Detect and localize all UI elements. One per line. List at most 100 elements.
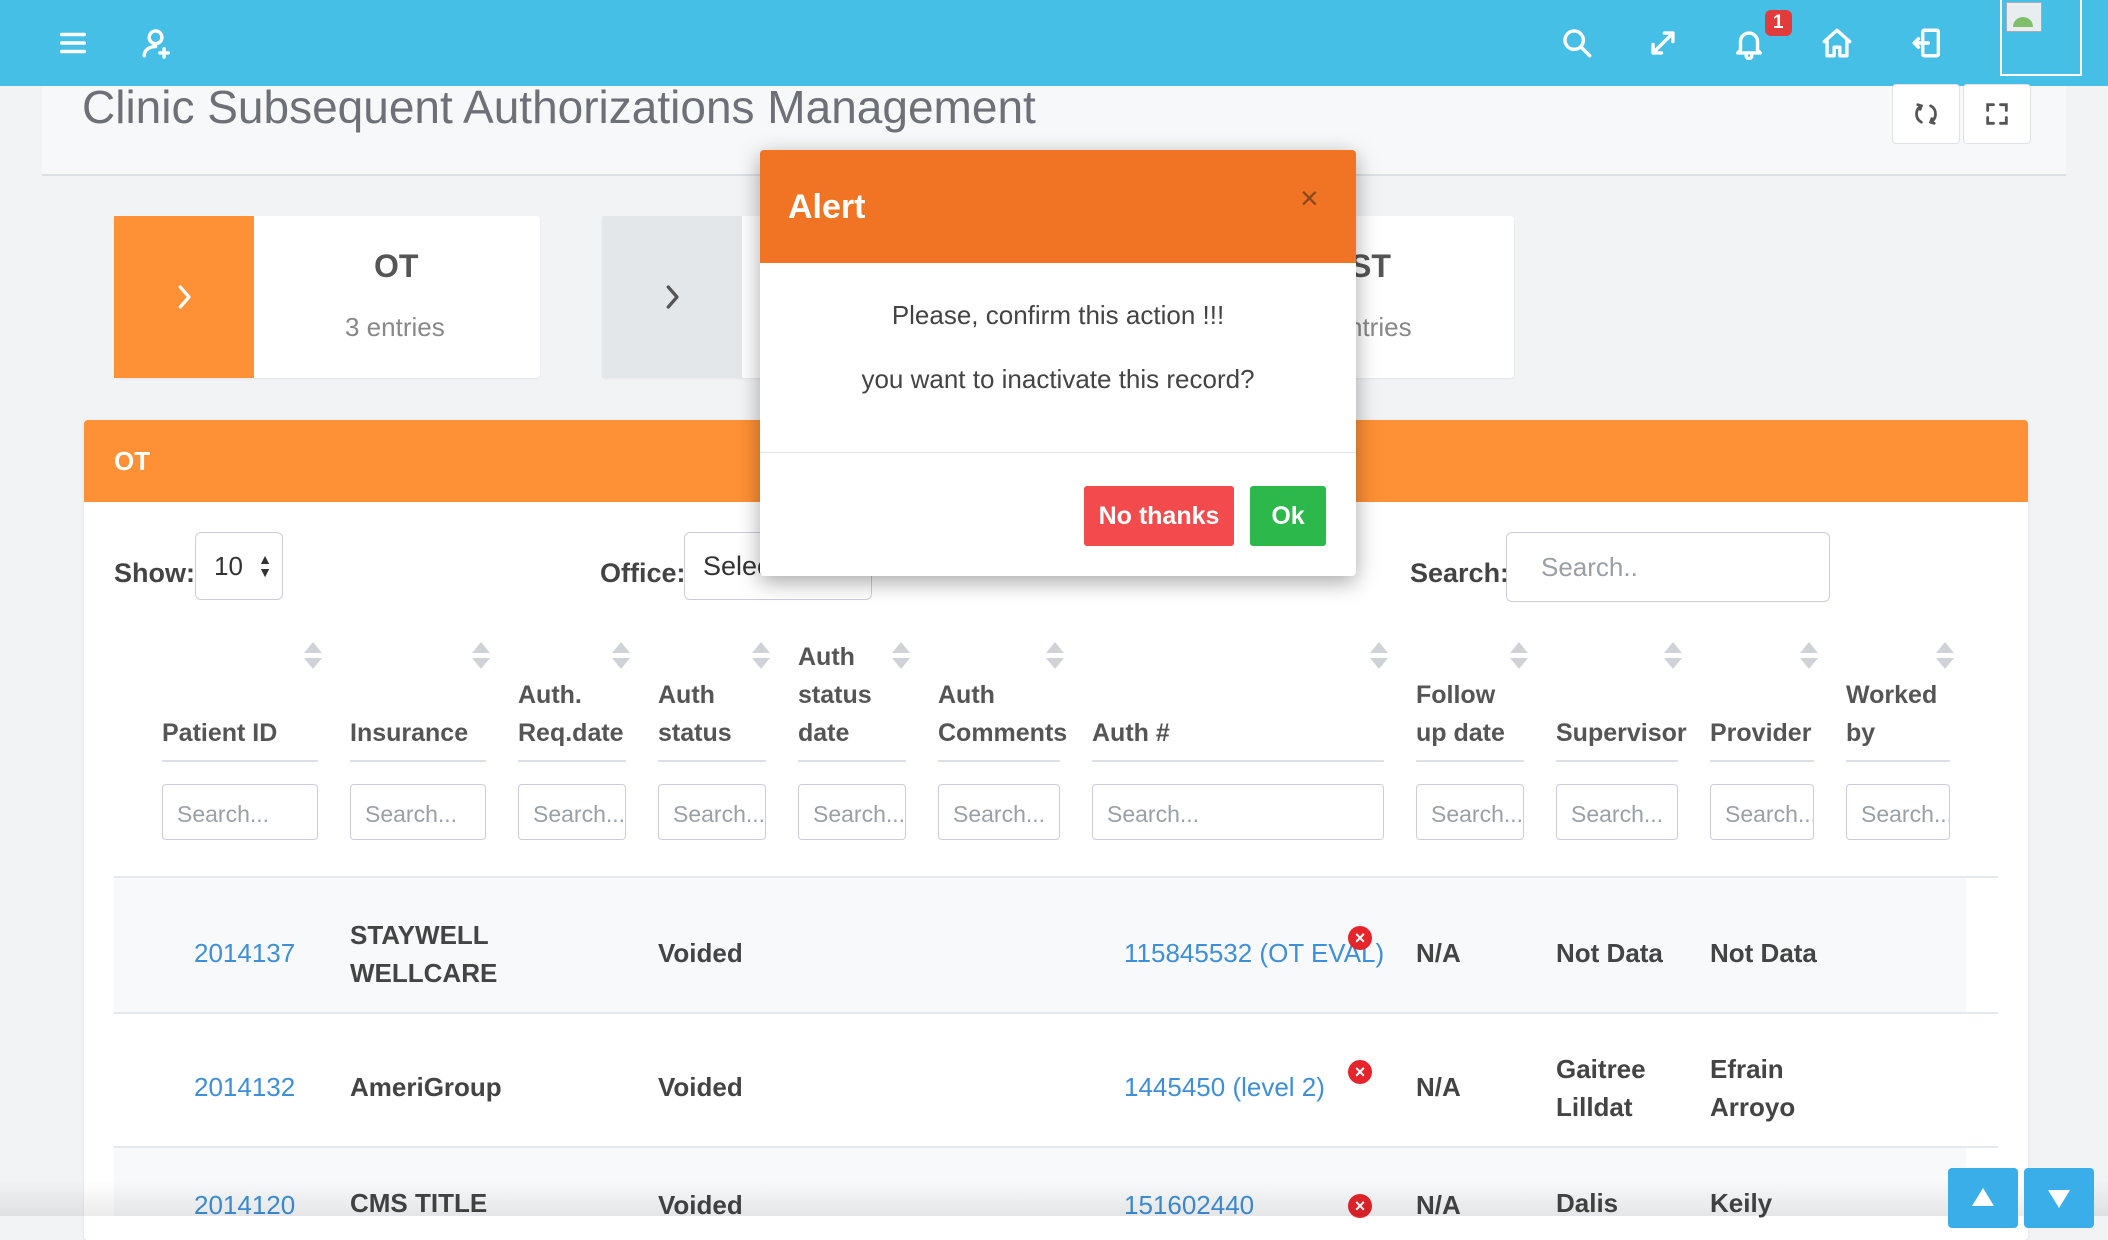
chevron-right-icon: [178, 285, 191, 309]
col-header-patient-id[interactable]: Patient ID: [162, 714, 277, 752]
col-search-follow-up-date[interactable]: [1416, 784, 1524, 840]
remove-icon[interactable]: ×: [1348, 1060, 1372, 1084]
col-search-input[interactable]: [1859, 800, 1949, 829]
sort-icon[interactable]: [1936, 642, 1954, 674]
no-thanks-button[interactable]: No thanks: [1084, 486, 1234, 546]
sort-icon[interactable]: [472, 642, 490, 674]
patient-id-link[interactable]: 2014132: [194, 1068, 295, 1106]
col-search-input[interactable]: [531, 800, 625, 829]
page-title: Clinic Subsequent Authorizations Managem…: [82, 81, 1036, 133]
insurance-cell: STAYWELL WELLCARE: [350, 920, 498, 988]
menu-icon[interactable]: [48, 18, 98, 68]
bell-icon-graphic: [1735, 31, 1763, 60]
logout-icon[interactable]: [1902, 18, 1952, 68]
col-header-supervisor[interactable]: Supervisor: [1556, 714, 1687, 752]
col-header-auth-req-date[interactable]: Auth. Req.date: [518, 676, 628, 752]
sort-icon[interactable]: [1370, 642, 1388, 674]
col-header-auth-status[interactable]: Auth status: [658, 676, 748, 752]
col-search-auth-status-date[interactable]: [798, 784, 906, 840]
patient-id-link[interactable]: 2014137: [194, 934, 295, 972]
card-ot[interactable]: OT 3 entries: [114, 216, 540, 378]
user-add-icon[interactable]: [132, 18, 182, 68]
chevron-right-icon: [666, 285, 679, 309]
panel-title: OT: [114, 446, 151, 476]
sort-icon[interactable]: [1046, 642, 1064, 674]
expand-icon[interactable]: [1638, 18, 1688, 68]
logout-icon-graphic: [1912, 28, 1941, 58]
insurance-cell: AmeriGroup: [350, 1072, 502, 1102]
entries-select[interactable]: 10 ▲ ▼: [195, 532, 283, 600]
card-st-tab: [602, 216, 742, 378]
col-search-auth-req-date[interactable]: [518, 784, 626, 840]
col-header-insurance[interactable]: Insurance: [350, 714, 468, 752]
auth-status-cell: Voided: [658, 938, 743, 968]
col-divider: [1556, 760, 1678, 762]
follow-up-cell: N/A: [1416, 1072, 1461, 1102]
col-header-auth-status-date[interactable]: Auth status date: [798, 638, 888, 752]
col-search-input[interactable]: [811, 800, 905, 829]
col-divider: [798, 760, 906, 762]
col-search-auth-comments[interactable]: [938, 784, 1060, 840]
home-icon[interactable]: [1812, 18, 1862, 68]
avatar[interactable]: [2000, 0, 2082, 76]
remove-icon[interactable]: ×: [1348, 926, 1372, 950]
col-search-patient-id[interactable]: [162, 784, 318, 840]
alert-dialog-title: Alert: [788, 188, 866, 226]
ok-button[interactable]: Ok: [1250, 486, 1326, 546]
user-add-icon-graphic: [142, 29, 171, 59]
col-header-follow-up-date[interactable]: Follow up date: [1416, 676, 1516, 752]
auth-status-cell: Voided: [658, 1072, 743, 1102]
sort-icon[interactable]: [892, 642, 910, 674]
home-icon-graphic: [1822, 28, 1852, 58]
col-search-input[interactable]: [671, 800, 765, 829]
table-search-field[interactable]: [1506, 532, 1830, 602]
col-search-insurance[interactable]: [350, 784, 486, 840]
col-header-worked-by[interactable]: Worked by: [1846, 676, 1937, 752]
col-header-auth-number[interactable]: Auth #: [1092, 714, 1170, 752]
col-divider: [1416, 760, 1524, 762]
notification-badge: 1: [1765, 10, 1792, 36]
sort-icon[interactable]: [752, 642, 770, 674]
auth-number-link[interactable]: 1445450 (level 2): [1124, 1068, 1325, 1106]
col-search-auth-number[interactable]: [1092, 784, 1384, 840]
sort-icon[interactable]: [1510, 642, 1528, 674]
col-search-input[interactable]: [1105, 800, 1383, 829]
auth-number-link[interactable]: 115845532 (OT EVAL): [1124, 934, 1384, 972]
search-label: Search:: [1410, 558, 1510, 588]
col-search-provider[interactable]: [1710, 784, 1814, 840]
search-icon[interactable]: [1552, 18, 1602, 68]
col-header-auth-comments[interactable]: Auth Comments: [938, 676, 1068, 752]
table-search-input[interactable]: [1539, 551, 1813, 584]
sort-icon[interactable]: [1664, 642, 1682, 674]
fullscreen-button[interactable]: [1963, 84, 2031, 144]
col-search-supervisor[interactable]: [1556, 784, 1678, 840]
col-search-auth-status[interactable]: [658, 784, 766, 840]
col-divider: [658, 760, 766, 762]
entries-select-value: 10: [214, 551, 243, 581]
col-search-input[interactable]: [363, 800, 485, 829]
card-ot-tab: [114, 216, 254, 378]
col-search-input[interactable]: [175, 800, 317, 829]
refresh-button[interactable]: [1892, 84, 1960, 144]
scroll-down-button[interactable]: [2024, 1168, 2094, 1228]
sort-icon[interactable]: [304, 642, 322, 674]
col-search-input[interactable]: [1429, 800, 1523, 829]
col-divider: [518, 760, 626, 762]
office-label: Office:: [600, 558, 686, 588]
close-icon[interactable]: ×: [1300, 180, 1319, 217]
show-label: Show:: [114, 558, 195, 588]
col-search-input[interactable]: [1723, 800, 1813, 829]
sort-icon[interactable]: [1800, 642, 1818, 674]
col-search-input[interactable]: [1569, 800, 1677, 829]
menu-icon-graphic: [59, 32, 87, 54]
broken-image-icon: [2006, 2, 2042, 32]
col-search-input[interactable]: [951, 800, 1059, 829]
col-header-provider[interactable]: Provider: [1710, 714, 1811, 752]
follow-up-cell: N/A: [1416, 938, 1461, 968]
col-search-worked-by[interactable]: [1846, 784, 1950, 840]
bottom-shade: [0, 1180, 2108, 1216]
provider-cell: Not Data: [1710, 938, 1817, 968]
alert-dialog-header: Alert ×: [760, 150, 1356, 263]
scroll-up-button[interactable]: [1948, 1168, 2018, 1228]
sort-icon[interactable]: [612, 642, 630, 674]
